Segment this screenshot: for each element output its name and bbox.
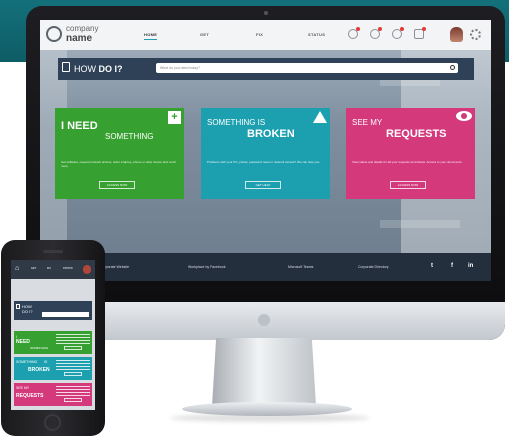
phone-nav-fix[interactable]: FIX [47, 267, 51, 270]
smartphone-device: ⌂ GET FIX STATUS HOW DO I? I NEED SOMETHI… [1, 240, 105, 436]
phone-tile-description [56, 334, 90, 344]
nav-fix[interactable]: FIX [256, 32, 263, 37]
camera-dot [264, 11, 268, 15]
tile-title-line2: REQUESTS [386, 128, 447, 140]
tile-something-is-broken[interactable]: SOMETHING IS BROKEN Problems with your P… [201, 108, 330, 199]
tile-description: Get software, request network access, or… [61, 160, 177, 168]
phone-search-input[interactable] [42, 312, 89, 317]
tile-action-button[interactable]: ACCESS NOW [390, 181, 426, 189]
book-icon [16, 304, 20, 309]
monitor-logo-icon [258, 314, 270, 326]
facebook-icon[interactable]: f [451, 263, 453, 269]
monitor-stand-base [182, 402, 352, 416]
eye-icon [456, 111, 472, 121]
phone-tile-line1: SOMETHING [16, 360, 38, 364]
desktop-screen: company name HOME GET FIX STATUS HOW DO … [40, 20, 491, 281]
tile-action-button[interactable]: GET HELP [245, 181, 281, 189]
footer-link-workplace[interactable]: Workplace by Facebook [188, 265, 225, 269]
phone-user-avatar[interactable] [83, 265, 91, 274]
phone-tile-line2: IS [44, 360, 48, 364]
footer-bar: Corporate Website Workplace by Facebook … [40, 253, 491, 281]
home-icon[interactable]: ⌂ [15, 265, 19, 272]
phone-tile-button[interactable] [64, 372, 82, 376]
phone-tile-line3: SOMETHING [30, 346, 49, 350]
phone-tile-line2: NEED [16, 339, 30, 345]
brand-line1: company [66, 24, 99, 33]
top-navigation-bar: company name HOME GET FIX STATUS [40, 20, 491, 50]
phone-tile-line2: REQUESTS [16, 393, 44, 399]
phone-tile-i-need-something[interactable]: I NEED SOMETHING [14, 331, 92, 354]
phone-tile-line1: SEE MY [16, 386, 30, 390]
phone-tile-description [56, 386, 90, 396]
monitor-stand-neck [212, 338, 316, 406]
tile-title-line1: SOMETHING IS [207, 118, 266, 127]
phone-how-do-i-bar: HOW DO I? [14, 301, 92, 320]
brand-line2: name [66, 33, 93, 44]
phone-nav-status[interactable]: STATUS [63, 267, 73, 270]
search-input[interactable]: What do you need today? [156, 63, 458, 73]
cart-icon[interactable] [414, 27, 426, 39]
footer-link-teams[interactable]: Microsoft Teams [288, 265, 313, 269]
phone-how-title: HOW DO I? [22, 304, 33, 314]
phone-top-bar: ⌂ GET FIX STATUS [11, 260, 95, 279]
user-avatar[interactable] [450, 27, 463, 42]
nav-status[interactable]: STATUS [308, 32, 325, 37]
phone-tile-line3: BROKEN [28, 367, 50, 373]
tile-title-line2: SOMETHING [105, 132, 154, 141]
chat-badge [400, 27, 404, 31]
phone-nav-get[interactable]: GET [31, 267, 36, 270]
clock-badge [378, 27, 382, 31]
phone-tile-button[interactable] [64, 346, 82, 350]
phone-screen: ⌂ GET FIX STATUS HOW DO I? I NEED SOMETHI… [11, 260, 95, 410]
search-icon[interactable] [450, 65, 455, 70]
nav-home[interactable]: HOME [144, 32, 158, 40]
tile-action-button[interactable]: ACCESS NOW [99, 181, 135, 189]
book-icon [62, 62, 70, 72]
phone-tile-see-my-requests[interactable]: SEE MY REQUESTS [14, 383, 92, 406]
notification-badge [356, 27, 360, 31]
phone-tile-description [56, 360, 90, 370]
chat-icon[interactable] [392, 27, 404, 39]
tile-title-line1: I NEED [61, 120, 98, 132]
plus-icon: + [168, 111, 181, 124]
clock-icon[interactable] [370, 27, 382, 39]
tile-description: Problems with your PC, printer, password… [207, 160, 321, 164]
notification-icon[interactable] [348, 27, 360, 39]
phone-tile-button[interactable] [64, 398, 82, 402]
company-logo-icon[interactable] [46, 26, 62, 42]
phone-home-button [44, 414, 61, 431]
warning-icon [313, 111, 327, 123]
phone-speaker [43, 250, 63, 253]
gear-icon[interactable] [470, 29, 481, 40]
tile-i-need-something[interactable]: + I NEED SOMETHING Get software, request… [55, 108, 184, 199]
phone-tile-something-is-broken[interactable]: SOMETHING IS BROKEN [14, 357, 92, 380]
how-do-i-title: HOW DO I? [74, 64, 123, 74]
nav-get[interactable]: GET [200, 32, 209, 37]
cart-badge [422, 27, 426, 31]
twitter-icon[interactable]: t [431, 263, 433, 269]
tile-title-line1: SEE MY [352, 118, 383, 127]
how-do-i-bar: HOW DO I? What do you need today? [58, 58, 474, 80]
building-window [380, 80, 440, 86]
linkedin-icon[interactable]: in [468, 263, 473, 269]
tile-see-my-requests[interactable]: SEE MY REQUESTS View status and details … [346, 108, 475, 199]
footer-link-directory[interactable]: Corporate Directory [358, 265, 389, 269]
building-window [380, 220, 460, 228]
tile-title-line2: BROKEN [247, 128, 295, 140]
tile-description: View status and details for all your req… [352, 160, 463, 164]
